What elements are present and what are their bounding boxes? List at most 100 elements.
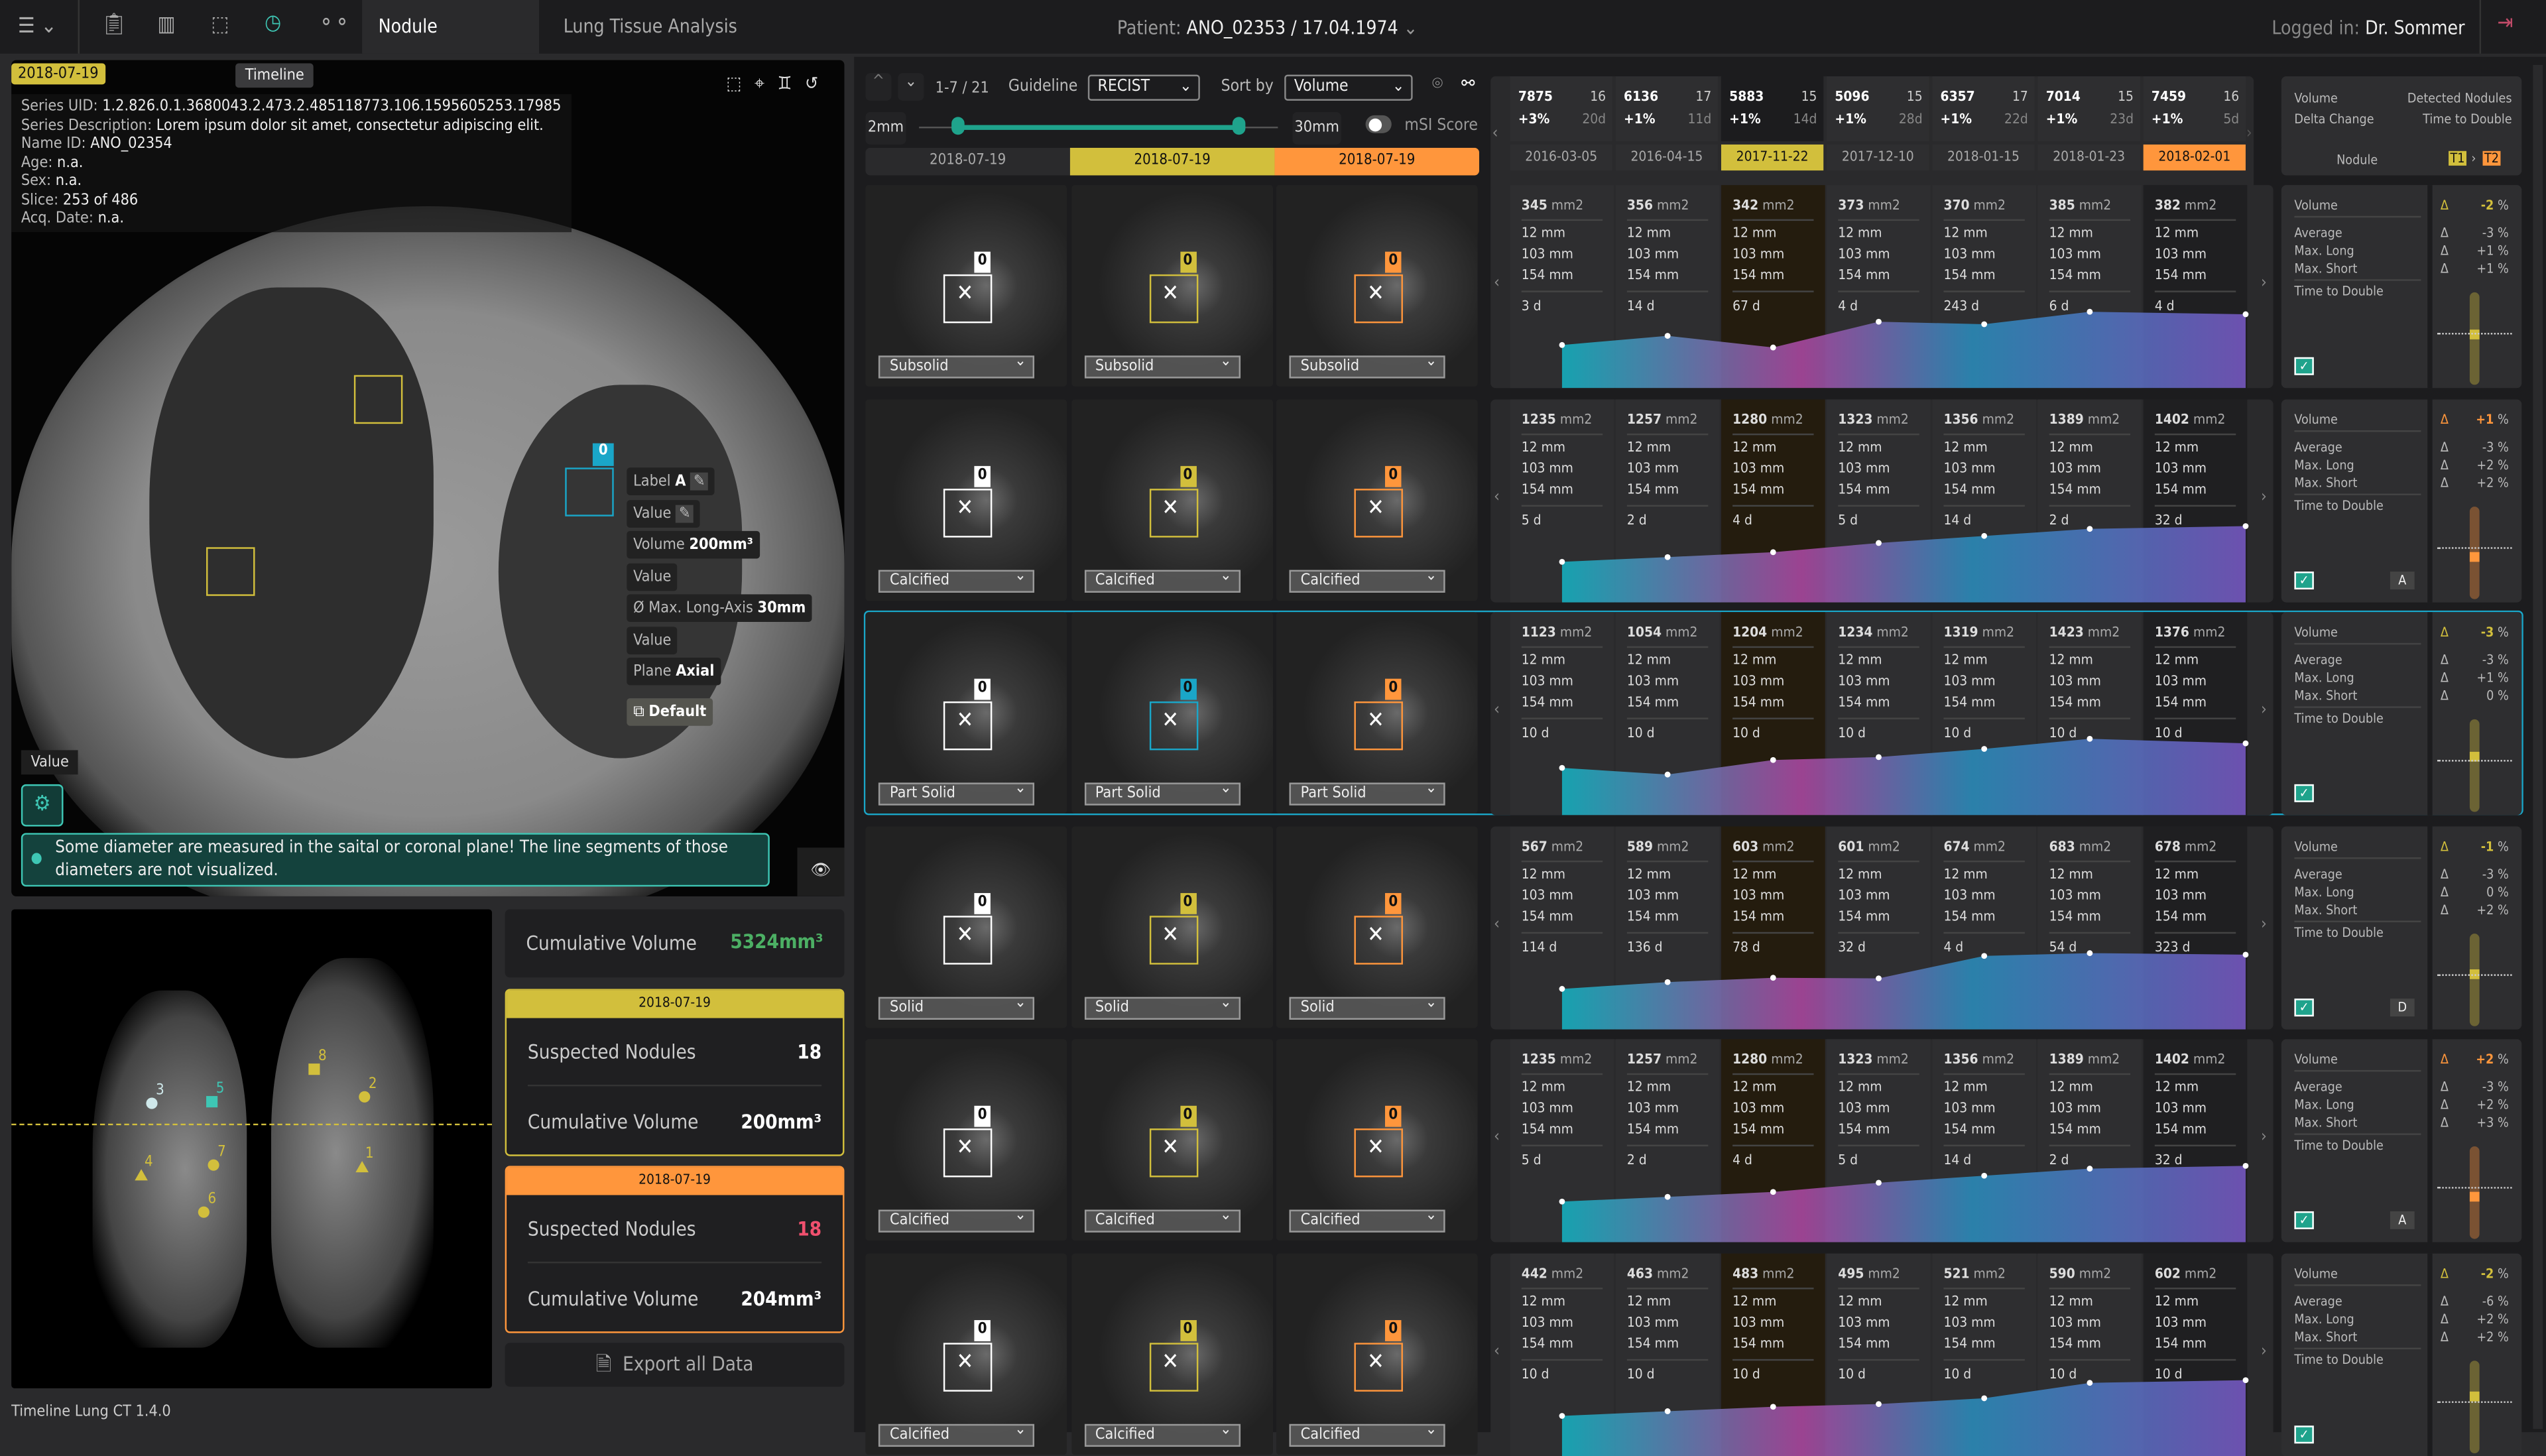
msi-toggle[interactable] xyxy=(1365,115,1392,133)
timepoint-date[interactable]: 2017-12-10 xyxy=(1827,144,1929,171)
timepoint-date[interactable]: 2016-03-05 xyxy=(1510,144,1612,171)
nodule-thumbnail[interactable]: ✕ 0 Part Solid xyxy=(1276,612,1478,814)
chevron-left-icon[interactable]: ‹ xyxy=(1492,125,1498,143)
nodule-thumbnail[interactable]: ✕ 0 Calcified xyxy=(1071,398,1272,600)
include-checkbox[interactable]: ✓ xyxy=(2294,997,2314,1016)
nodule-type-select[interactable]: Subsolid xyxy=(878,352,1035,379)
timepoint-summary[interactable]: 7459 16 +1% 5d xyxy=(2143,76,2246,142)
trend-point[interactable] xyxy=(2087,735,2093,742)
nodule-thumbnail[interactable]: ✕ 0 Solid xyxy=(1071,825,1272,1027)
timepoint-summary[interactable]: 7014 15 +1% 23d xyxy=(2037,76,2140,142)
nodule-type-select[interactable]: Solid xyxy=(878,993,1035,1019)
trend-point[interactable] xyxy=(2087,1166,2093,1172)
shapes-icon[interactable]: ⚬⚬ xyxy=(318,11,350,36)
timepoint-summary[interactable]: 5096 15 +1% 28d xyxy=(1827,76,1929,142)
trend-point[interactable] xyxy=(1664,978,1671,985)
timepoint-summary[interactable]: 6136 17 +1% 11d xyxy=(1615,76,1719,142)
nodule-row[interactable]: ✕0Calcified✕0Calcified✕0Calcified‹›442 m… xyxy=(0,1252,2546,1456)
include-checkbox[interactable]: ✓ xyxy=(2294,357,2314,375)
tab-lung-tissue-analysis[interactable]: Lung Tissue Analysis xyxy=(547,0,753,54)
logout-icon[interactable]: ⇥ xyxy=(2498,11,2514,36)
trend-point[interactable] xyxy=(1981,321,1988,328)
nodule-type-select[interactable]: Calcified xyxy=(878,566,1035,592)
trend-point[interactable] xyxy=(1664,1193,1671,1200)
trend-point[interactable] xyxy=(1559,985,1565,991)
nodule-type-select[interactable]: Calcified xyxy=(1083,1207,1240,1233)
nodule-type-select[interactable]: Solid xyxy=(1083,993,1240,1019)
nodule-type-select[interactable]: Part Solid xyxy=(878,780,1035,806)
trend-point[interactable] xyxy=(2242,1162,2249,1169)
trend-point[interactable] xyxy=(1876,539,1882,546)
trend-point[interactable] xyxy=(1981,746,1988,752)
select-cursor-icon[interactable]: ⬚ xyxy=(211,13,229,38)
nodule-thumbnail[interactable]: ✕ 0 Calcified xyxy=(1276,398,1478,600)
nodule-thumbnail[interactable]: ✕ 0 Subsolid xyxy=(865,185,1067,387)
trend-point[interactable] xyxy=(1876,754,1882,760)
reset-icon[interactable]: ↺ xyxy=(805,73,831,94)
trend-point[interactable] xyxy=(1664,553,1671,560)
page-down-button[interactable]: ⌄ xyxy=(898,73,924,101)
include-checkbox[interactable]: ✓ xyxy=(2294,570,2314,589)
nodule-thumbnail[interactable]: ✕ 0 Solid xyxy=(1276,825,1478,1027)
nodule-thumbnail[interactable]: ✕ 0 Calcified xyxy=(1071,1039,1272,1241)
nodule-type-select[interactable]: Solid xyxy=(1289,993,1445,1019)
viewer-tools[interactable]: ⬚⌖♊︎↺ xyxy=(726,73,831,95)
timepoint-date[interactable]: 2018-02-01 xyxy=(2143,144,2246,171)
nodule-thumbnail[interactable]: ✕ 0 Calcified xyxy=(1276,1039,1478,1241)
nodule-type-select[interactable]: Calcified xyxy=(878,1207,1035,1233)
include-checkbox[interactable]: ✓ xyxy=(2294,1211,2314,1229)
nodule-type-select[interactable]: Subsolid xyxy=(1289,352,1445,379)
nodule-thumbnail[interactable]: ✕ 0 Subsolid xyxy=(1276,185,1478,387)
menu-icon[interactable]: ☰ ⌄ xyxy=(13,15,62,39)
trend-point[interactable] xyxy=(1876,1180,1882,1186)
nodule-thumbnail[interactable]: ✕ 0 Solid xyxy=(865,825,1067,1027)
nodule-type-select[interactable]: Calcified xyxy=(1083,566,1240,592)
guideline-select[interactable]: RECIST ⌄ xyxy=(1087,74,1200,101)
trend-point[interactable] xyxy=(2242,740,2249,747)
nodule-type-select[interactable]: Subsolid xyxy=(1083,352,1240,379)
trend-point[interactable] xyxy=(1559,1412,1565,1418)
trend-point[interactable] xyxy=(1770,344,1776,351)
trend-point[interactable] xyxy=(1770,974,1776,980)
timepoint-date[interactable]: 2018-01-15 xyxy=(1932,144,2035,171)
nodule-thumbnail[interactable]: ✕ 0 Calcified xyxy=(865,398,1067,600)
nodule-type-select[interactable]: Part Solid xyxy=(1083,780,1240,806)
trend-point[interactable] xyxy=(2242,1376,2249,1382)
trend-point[interactable] xyxy=(1664,1407,1671,1414)
nodule-type-select[interactable]: Calcified xyxy=(878,1420,1035,1446)
chevron-right-icon[interactable]: › xyxy=(2246,125,2252,143)
crop-icon[interactable]: ⬚ xyxy=(726,73,755,94)
crosshair-icon[interactable]: ⌖ xyxy=(755,73,778,94)
nodule-thumbnail[interactable]: ✕ 0 Part Solid xyxy=(1071,612,1272,814)
timepoint-summary[interactable]: 5883 15 +1% 14d xyxy=(1721,76,1824,142)
trend-point[interactable] xyxy=(1770,1403,1776,1409)
trend-point[interactable] xyxy=(1981,1172,1988,1179)
trend-point[interactable] xyxy=(1981,1394,1988,1401)
trend-point[interactable] xyxy=(1770,1189,1776,1195)
nodule-thumbnail[interactable]: ✕ 0 Calcified xyxy=(1276,1252,1478,1455)
nodule-label-tag[interactable]: A xyxy=(2390,570,2415,589)
nodule-row[interactable]: ✕0Calcified✕0Calcified✕0Calcified‹›1235 … xyxy=(0,398,2546,602)
trend-point[interactable] xyxy=(1876,1400,1882,1406)
trend-point[interactable] xyxy=(1664,333,1671,339)
page-up-button[interactable]: ^ xyxy=(865,73,892,101)
timepoint-date[interactable]: 2017-11-22 xyxy=(1721,144,1824,171)
trend-point[interactable] xyxy=(1876,975,1882,981)
trend-point[interactable] xyxy=(1981,952,1988,958)
nodule-type-select[interactable]: Calcified xyxy=(1289,1207,1445,1233)
nodule-type-select[interactable]: Calcified xyxy=(1083,1420,1240,1446)
trend-point[interactable] xyxy=(1981,532,1988,538)
timepoint-date[interactable]: 2016-04-15 xyxy=(1615,144,1719,171)
trend-point[interactable] xyxy=(1559,558,1565,564)
nodule-thumbnail[interactable]: ✕ 0 Part Solid xyxy=(865,612,1067,814)
lungs-icon[interactable]: ♊︎ xyxy=(778,73,805,94)
nodule-type-select[interactable]: Calcified xyxy=(1289,1420,1445,1446)
link-check-icon[interactable]: ⚯ xyxy=(1461,73,1475,94)
nodule-type-select[interactable]: Calcified xyxy=(1289,566,1445,592)
include-checkbox[interactable]: ✓ xyxy=(2294,1424,2314,1443)
trend-point[interactable] xyxy=(2087,1379,2093,1385)
trend-point[interactable] xyxy=(1664,771,1671,778)
range-min-handle[interactable] xyxy=(951,117,964,135)
nodule-thumbnail[interactable]: ✕ 0 Calcified xyxy=(865,1039,1067,1241)
clipboard-icon[interactable]: 📋︎ xyxy=(101,13,127,38)
